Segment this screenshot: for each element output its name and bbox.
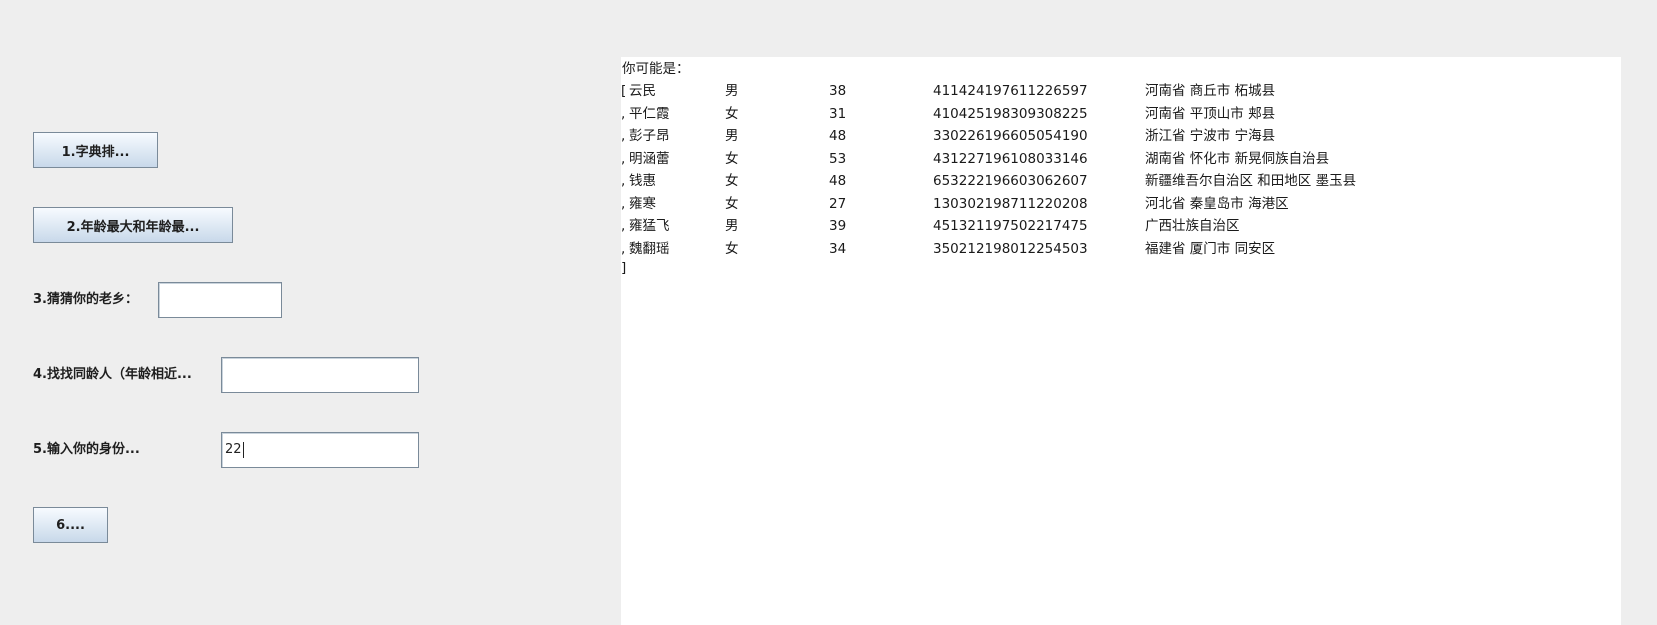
text-caret [242,442,244,458]
person-age: 48 [829,128,847,144]
person-id-number: 130302198711220208 [933,195,1088,212]
person-address: 广西壮族自治区 [1145,218,1240,234]
row-prefix: , [621,195,626,212]
person-gender: 男 [725,83,739,99]
person-address: 浙江省 宁波市 宁海县 [1145,128,1276,144]
row-prefix: [ [621,83,627,99]
person-gender: 男 [725,218,739,234]
result-row: , 雍猛飞 男 39 451321197502217475 广西壮族自治区 [621,215,1621,237]
result-row: , 魏翻瑶 女 34 350212198012254503 福建省 厦门市 同安区 [621,238,1621,260]
person-id-number: 411424197611226597 [933,83,1088,99]
person-name: 云民 [629,83,656,99]
guess-hometown-input[interactable] [158,282,282,318]
person-address: 河北省 秦皇岛市 海港区 [1145,195,1289,212]
row-prefix: , [621,128,626,144]
person-age: 38 [829,83,847,99]
person-name: 钱惠 [629,173,656,189]
person-name: 魏翻瑶 [629,240,670,257]
id-number-input[interactable]: 22 [221,432,419,468]
result-heading: 你可能是： [622,61,690,77]
person-address: 湖南省 怀化市 新晃侗族自治县 [1145,150,1330,167]
person-gender: 女 [725,195,739,212]
person-name: 明涵蕾 [629,150,670,167]
person-age: 34 [829,240,847,257]
person-name: 雍寒 [629,195,656,212]
input-id-label: 5.输入你的身份... [33,442,140,457]
result-row: , 平仁霞 女 31 410425198309308225 河南省 平顶山市 郏县 [621,103,1621,125]
row-prefix: , [621,105,626,122]
row-prefix: , [621,218,626,234]
person-address: 福建省 厦门市 同安区 [1145,240,1276,257]
person-name: 雍猛飞 [629,218,670,234]
person-gender: 女 [725,150,739,167]
person-age: 39 [829,218,847,234]
find-same-age-input[interactable] [221,357,419,393]
person-gender: 女 [725,105,739,122]
result-row: [云民 男 38 411424197611226597 河南省 商丘市 柘城县 [621,80,1621,102]
result-close-bracket: ] [621,260,627,276]
person-gender: 男 [725,128,739,144]
row-prefix: , [621,150,626,167]
result-row: , 明涵蕾 女 53 431227196108033146 湖南省 怀化市 新晃侗族自治县 [621,148,1621,170]
person-age: 27 [829,195,847,212]
row-prefix: , [621,173,626,189]
person-age: 31 [829,105,847,122]
person-id-number: 451321197502217475 [933,218,1088,234]
person-id-number: 653222196603062607 [933,173,1088,189]
person-address: 河南省 平顶山市 郏县 [1145,105,1276,122]
six-button[interactable]: 6.... [33,507,108,543]
age-extremes-button[interactable]: 2.年龄最大和年龄最... [33,207,233,243]
person-address: 河南省 商丘市 柘城县 [1145,83,1276,99]
person-id-number: 431227196108033146 [933,150,1088,167]
sort-button[interactable]: 1.字典排... [33,132,158,168]
person-id-number: 350212198012254503 [933,240,1088,257]
person-gender: 女 [725,240,739,257]
find-same-age-label: 4.找找同龄人（年龄相近... [33,367,192,382]
guess-hometown-label: 3.猜猜你的老乡： [33,292,138,307]
id-number-value: 22 [225,442,242,457]
person-id-number: 330226196605054190 [933,128,1088,144]
person-gender: 女 [725,173,739,189]
row-prefix: , [621,240,626,257]
result-row: , 雍寒 女 27 130302198711220208 河北省 秦皇岛市 海港区 [621,193,1621,215]
result-row: , 钱惠 女 48 653222196603062607 新疆维吾尔自治区 和田地区 墨玉… [621,170,1621,192]
person-age: 48 [829,173,847,189]
person-name: 平仁霞 [629,105,670,122]
result-row: , 彭子昂 男 48 330226196605054190 浙江省 宁波市 宁海县 [621,125,1621,147]
person-id-number: 410425198309308225 [933,105,1088,122]
person-age: 53 [829,150,847,167]
person-name: 彭子昂 [629,128,670,144]
person-address: 新疆维吾尔自治区 和田地区 墨玉县 [1145,173,1357,189]
result-text-area[interactable]: 你可能是： [云民男 38 411424197611226597 河南省 商丘市 柘城… [621,57,1621,625]
